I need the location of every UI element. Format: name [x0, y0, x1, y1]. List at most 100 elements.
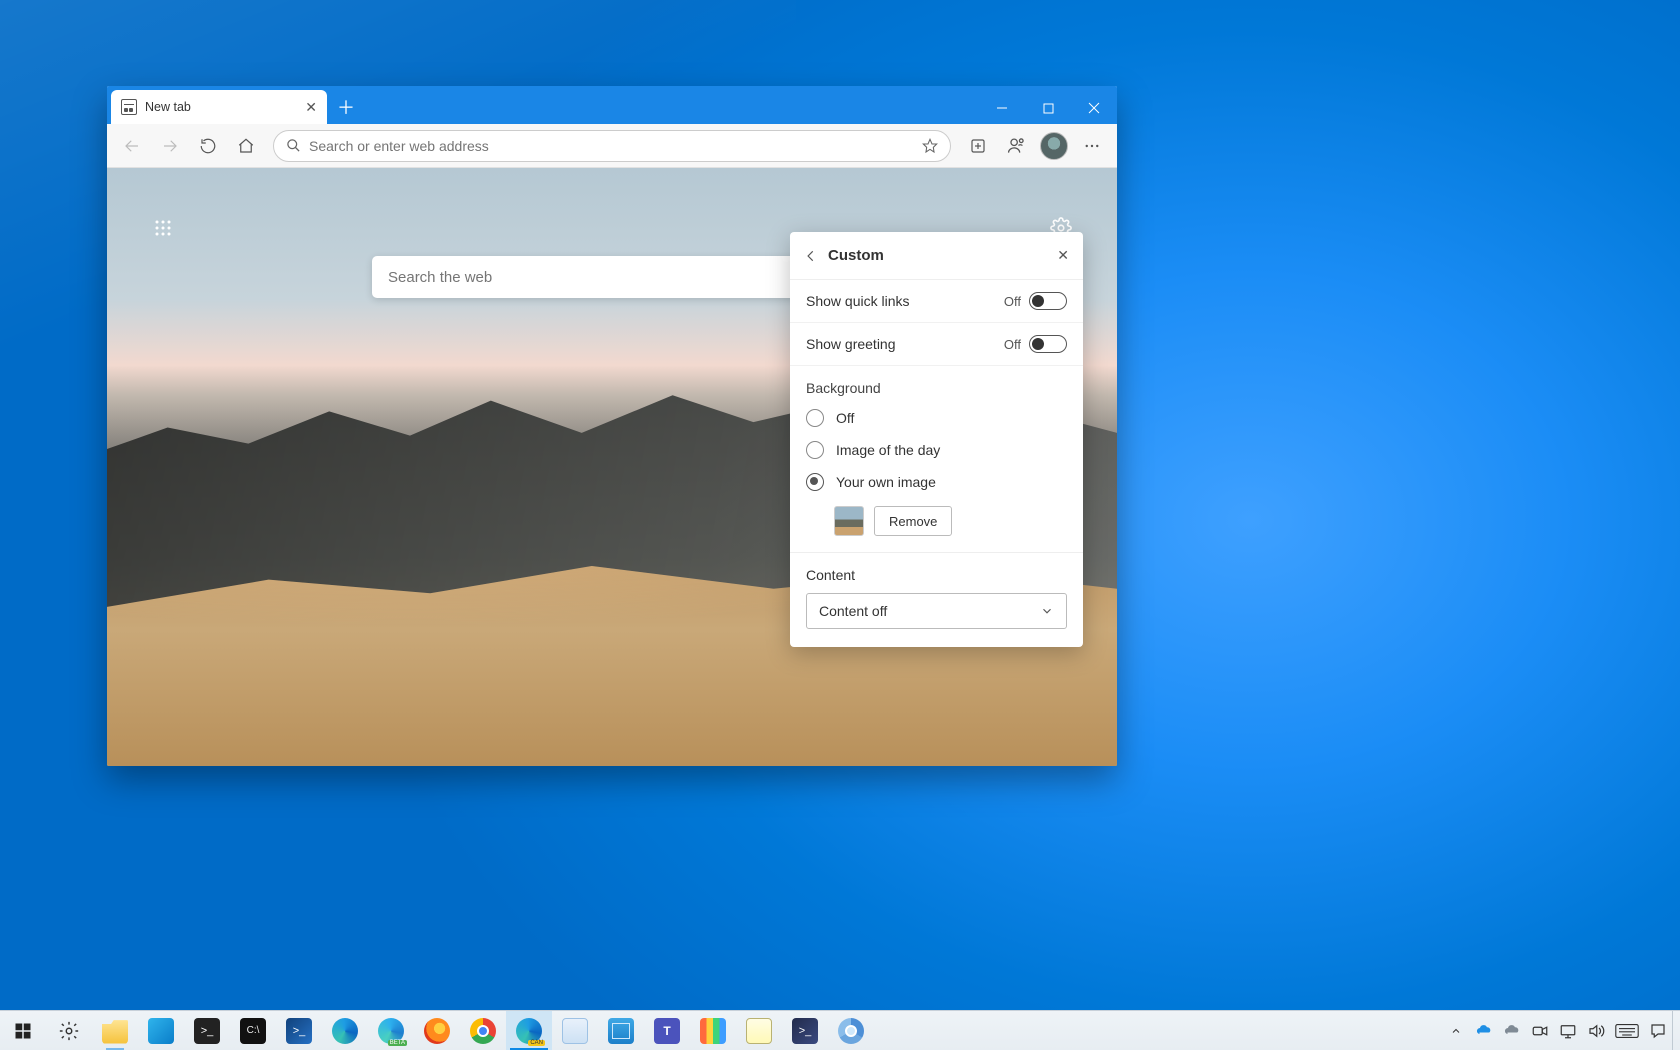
terminal-icon: >_: [194, 1018, 220, 1044]
close-window-button[interactable]: [1071, 92, 1117, 124]
greeting-toggle[interactable]: [1029, 335, 1067, 353]
browser-tab[interactable]: New tab ✕: [111, 90, 327, 124]
powershell7-icon: >_: [792, 1018, 818, 1044]
new-tab-button[interactable]: ＋: [331, 92, 361, 122]
refresh-button[interactable]: [191, 129, 225, 163]
custom-panel: Custom ✕ Show quick links Off Show greet…: [790, 232, 1083, 647]
volume-icon[interactable]: [1582, 1011, 1610, 1050]
cmd-app[interactable]: C:\: [230, 1011, 276, 1050]
input-indicator-icon[interactable]: [1610, 1011, 1644, 1050]
firefox-app[interactable]: [414, 1011, 460, 1050]
titlebar: New tab ✕ ＋: [107, 86, 1117, 124]
background-heading: Background: [790, 366, 1083, 402]
search-icon: [286, 138, 301, 153]
edge-beta-app[interactable]: BETA: [368, 1011, 414, 1050]
chromium-app[interactable]: [828, 1011, 874, 1050]
close-tab-button[interactable]: ✕: [305, 99, 317, 116]
forward-button[interactable]: [153, 129, 187, 163]
profile-avatar[interactable]: [1037, 129, 1071, 163]
favorite-star-icon[interactable]: [922, 138, 938, 154]
more-menu-button[interactable]: [1075, 129, 1109, 163]
onedrive-blue-icon[interactable]: [1470, 1011, 1498, 1050]
action-center-icon[interactable]: [1644, 1011, 1672, 1050]
panel-title: Custom: [828, 247, 884, 264]
address-bar[interactable]: [273, 130, 951, 162]
greeting-label: Show greeting: [806, 336, 896, 352]
notepad-app[interactable]: [736, 1011, 782, 1050]
radio-icon: [806, 441, 824, 459]
home-button[interactable]: [229, 129, 263, 163]
terminal-app[interactable]: >_: [184, 1011, 230, 1050]
maximize-button[interactable]: [1025, 92, 1071, 124]
window-controls: [979, 92, 1117, 124]
collections-button[interactable]: [961, 129, 995, 163]
ntp-search-box[interactable]: [372, 256, 852, 298]
content-select-value: Content off: [819, 603, 887, 619]
network-icon[interactable]: [1554, 1011, 1582, 1050]
bg-option-iotd-label: Image of the day: [836, 442, 940, 458]
edge-canary-app[interactable]: CAN: [506, 1011, 552, 1050]
file-explorer-app[interactable]: [92, 1011, 138, 1050]
teams-app[interactable]: T: [644, 1011, 690, 1050]
teams-icon: T: [654, 1018, 680, 1044]
quick-links-state: Off: [1004, 294, 1021, 309]
quick-links-toggle[interactable]: [1029, 292, 1067, 310]
meet-now-icon[interactable]: [1526, 1011, 1554, 1050]
firefox-icon: [424, 1018, 450, 1044]
edge-app[interactable]: [322, 1011, 368, 1050]
radio-icon: [806, 409, 824, 427]
tab-strip: New tab ✕ ＋: [107, 90, 979, 124]
minimize-button[interactable]: [979, 92, 1025, 124]
edge-canary-icon: CAN: [516, 1018, 542, 1044]
content-select[interactable]: Content off: [806, 593, 1067, 629]
radio-selected-icon: [806, 473, 824, 491]
photos-app[interactable]: [138, 1011, 184, 1050]
greeting-row: Show greeting Off: [790, 323, 1083, 366]
powershell-app[interactable]: >_: [276, 1011, 322, 1050]
folder-icon: [102, 1018, 128, 1044]
tray-overflow-button[interactable]: [1442, 1011, 1470, 1050]
greeting-state: Off: [1004, 337, 1021, 352]
powershell7-app[interactable]: >_: [782, 1011, 828, 1050]
start-button[interactable]: [0, 1011, 46, 1050]
cmd-icon: C:\: [240, 1018, 266, 1044]
system-tray: [1442, 1011, 1680, 1050]
notepad-icon: [746, 1018, 772, 1044]
onedrive-gray-icon[interactable]: [1498, 1011, 1526, 1050]
back-button[interactable]: [115, 129, 149, 163]
address-input[interactable]: [309, 138, 922, 154]
taskbar: >_ C:\ >_ BETA CAN T >_: [0, 1010, 1680, 1050]
photos-icon: [148, 1018, 174, 1044]
remove-image-button[interactable]: Remove: [874, 506, 952, 536]
ntp-search-input[interactable]: [388, 269, 836, 286]
panel-close-button[interactable]: ✕: [1057, 247, 1069, 264]
settings-app[interactable]: [46, 1011, 92, 1050]
chrome-app[interactable]: [460, 1011, 506, 1050]
avatar-icon: [1040, 132, 1068, 160]
quick-links-label: Show quick links: [806, 293, 910, 309]
bg-option-off-label: Off: [836, 410, 854, 426]
bg-option-own-label: Your own image: [836, 474, 936, 490]
bg-option-own-image[interactable]: Your own image: [790, 466, 1083, 498]
bg-thumbnail[interactable]: [834, 506, 864, 536]
note-icon: [562, 1018, 588, 1044]
notepad-alt-app[interactable]: [552, 1011, 598, 1050]
quick-links-row: Show quick links Off: [790, 280, 1083, 323]
bg-option-image-of-day[interactable]: Image of the day: [790, 434, 1083, 466]
chrome-icon: [470, 1018, 496, 1044]
edge-beta-icon: BETA: [378, 1018, 404, 1044]
profile-guest-button[interactable]: [999, 129, 1033, 163]
show-desktop-button[interactable]: [1672, 1011, 1678, 1050]
panel-header: Custom ✕: [790, 232, 1083, 280]
bg-option-off[interactable]: Off: [790, 402, 1083, 434]
insider-app[interactable]: [690, 1011, 736, 1050]
chromium-icon: [838, 1018, 864, 1044]
apps-grid-button[interactable]: [147, 212, 179, 244]
regedit-app[interactable]: [598, 1011, 644, 1050]
new-tab-page: Custom ✕ Show quick links Off Show greet…: [107, 168, 1117, 766]
panel-back-button[interactable]: [804, 249, 818, 263]
taskbar-left: >_ C:\ >_ BETA CAN T >_: [0, 1011, 874, 1050]
chevron-down-icon: [1040, 604, 1054, 618]
toolbar: [107, 124, 1117, 168]
new-tab-favicon-icon: [121, 99, 137, 115]
